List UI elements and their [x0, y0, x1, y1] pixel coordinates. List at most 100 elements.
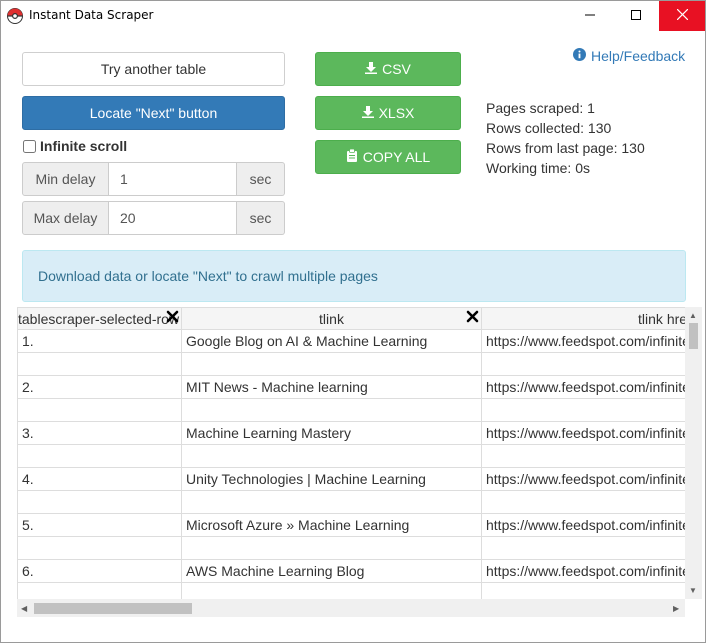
table-cell: 4. — [17, 467, 182, 491]
info-alert: Download data or locate "Next" to crawl … — [22, 250, 686, 302]
info-circle-icon — [573, 48, 586, 64]
rows-last-page: Rows from last page: 130 — [486, 140, 645, 156]
column-header: tlink href — [481, 307, 685, 330]
infinite-scroll-option[interactable]: Infinite scroll — [22, 138, 127, 154]
window-title: Instant Data Scraper — [29, 8, 154, 22]
table-row: 2. MIT News - Machine learning https://www… — [17, 375, 685, 399]
table-cell: Microsoft Azure » Machine Learning — [181, 513, 482, 537]
download-icon — [365, 61, 382, 77]
horizontal-scroll-thumb[interactable] — [34, 603, 192, 614]
remove-column-icon[interactable] — [166, 310, 179, 326]
try-another-table-button[interactable]: Try another table — [22, 52, 285, 86]
table-cell — [181, 490, 482, 514]
pages-scraped: Pages scraped: 1 — [486, 100, 595, 116]
download-icon — [361, 105, 379, 121]
max-delay-input[interactable]: 20 — [109, 201, 237, 235]
csv-label: CSV — [382, 61, 411, 77]
vertical-scrollbar[interactable] — [685, 307, 702, 599]
rows-collected: Rows collected: 130 — [486, 120, 612, 136]
xlsx-button[interactable]: XLSX — [315, 96, 461, 130]
min-delay-group: Min delay 1 sec — [22, 162, 285, 196]
min-delay-unit: sec — [237, 162, 285, 196]
table-cell: Unity Technologies | Machine Learning — [181, 467, 482, 491]
table-row: 1. Google Blog on AI & Machine Learning ht… — [17, 329, 685, 353]
table-row: 5. Microsoft Azure » Machine Learning http… — [17, 513, 685, 537]
table-cell — [481, 536, 685, 560]
table-row — [17, 490, 685, 514]
minimize-icon — [585, 7, 595, 25]
table-cell — [17, 582, 182, 599]
minimize-button[interactable] — [567, 1, 613, 31]
table-cell — [17, 536, 182, 560]
help-feedback-link[interactable]: Help/Feedback — [573, 48, 685, 64]
table-cell: 6. — [17, 559, 182, 583]
table-row — [17, 582, 685, 599]
column-header-label: tlink — [319, 310, 344, 327]
scroll-down-icon[interactable]: ▼ — [689, 587, 697, 595]
table-cell — [481, 398, 685, 422]
data-table-viewport: tablescraper-selected-row tlink tlink hr… — [17, 307, 685, 599]
infinite-scroll-checkbox[interactable] — [23, 139, 36, 153]
table-cell: https://www.feedspot.com/infiniterss.php… — [481, 559, 685, 583]
table-cell: https://www.feedspot.com/infiniterss.php… — [481, 467, 685, 491]
table-cell — [181, 536, 482, 560]
table-row: 3. Machine Learning Mastery https://www.fe… — [17, 421, 685, 445]
table-row: 4. Unity Technologies | Machine Learning h… — [17, 467, 685, 491]
data-table: tablescraper-selected-row tlink tlink hr… — [17, 307, 685, 599]
table-header-row: tablescraper-selected-row tlink tlink hr… — [17, 307, 685, 330]
title-bar[interactable]: Instant Data Scraper — [1, 1, 705, 31]
table-cell — [481, 444, 685, 468]
locate-next-button[interactable]: Locate "Next" button — [22, 96, 285, 130]
infinite-scroll-label: Infinite scroll — [40, 138, 128, 154]
close-icon — [676, 7, 688, 25]
max-delay-unit: sec — [237, 201, 285, 235]
copy-all-button[interactable]: COPY ALL — [315, 140, 461, 174]
csv-button[interactable]: CSV — [315, 52, 461, 86]
table-cell: Google Blog on AI & Machine Learning — [181, 329, 482, 353]
table-row: 6. AWS Machine Learning Blog https://www.f… — [17, 559, 685, 583]
table-cell: 1. — [17, 329, 182, 353]
table-cell: https://www.feedspot.com/infiniterss.php… — [481, 375, 685, 399]
table-cell: AWS Machine Learning Blog — [181, 559, 482, 583]
table-cell — [17, 352, 182, 376]
column-header: tablescraper-selected-row — [17, 307, 182, 330]
table-cell: 3. — [17, 421, 182, 445]
table-cell: MIT News - Machine learning — [181, 375, 482, 399]
close-button[interactable] — [659, 1, 705, 31]
working-time: Working time: 0s — [486, 160, 590, 176]
table-cell — [181, 398, 482, 422]
table-row — [17, 352, 685, 376]
max-delay-label: Max delay — [22, 201, 109, 235]
table-cell — [181, 444, 482, 468]
scroll-right-icon[interactable]: ▶ — [673, 605, 679, 613]
maximize-button[interactable] — [613, 1, 659, 31]
table-cell — [181, 582, 482, 599]
table-cell — [481, 582, 685, 599]
maximize-icon — [631, 7, 641, 25]
help-feedback-label: Help/Feedback — [591, 48, 686, 64]
table-cell: https://www.feedspot.com/infiniterss.php… — [481, 421, 685, 445]
alert-message: Download data or locate "Next" to crawl … — [38, 268, 378, 284]
column-header-label: tlink href — [638, 310, 685, 327]
table-cell — [481, 352, 685, 376]
table-cell — [481, 490, 685, 514]
scroll-left-icon[interactable]: ◀ — [21, 605, 27, 613]
xlsx-label: XLSX — [378, 105, 415, 121]
table-cell: https://www.feedspot.com/infiniterss.php… — [481, 329, 685, 353]
scrape-stats: Pages scraped: 1 Rows collected: 130 Row… — [486, 98, 645, 178]
table-cell — [17, 444, 182, 468]
max-delay-group: Max delay 20 sec — [22, 201, 285, 235]
min-delay-input[interactable]: 1 — [109, 162, 237, 196]
table-cell: https://www.feedspot.com/infiniterss.php… — [481, 513, 685, 537]
clipboard-icon — [346, 148, 363, 165]
app-window: Instant Data Scraper Try another table L… — [0, 0, 706, 643]
copy-all-label: COPY ALL — [362, 149, 431, 165]
table-row — [17, 536, 685, 560]
remove-column-icon[interactable] — [466, 310, 479, 326]
table-cell: 5. — [17, 513, 182, 537]
table-cell: 2. — [17, 375, 182, 399]
column-header: tlink — [181, 307, 482, 330]
scroll-up-icon[interactable]: ▲ — [689, 312, 697, 320]
vertical-scroll-thumb[interactable] — [689, 323, 698, 349]
table-row — [17, 398, 685, 422]
